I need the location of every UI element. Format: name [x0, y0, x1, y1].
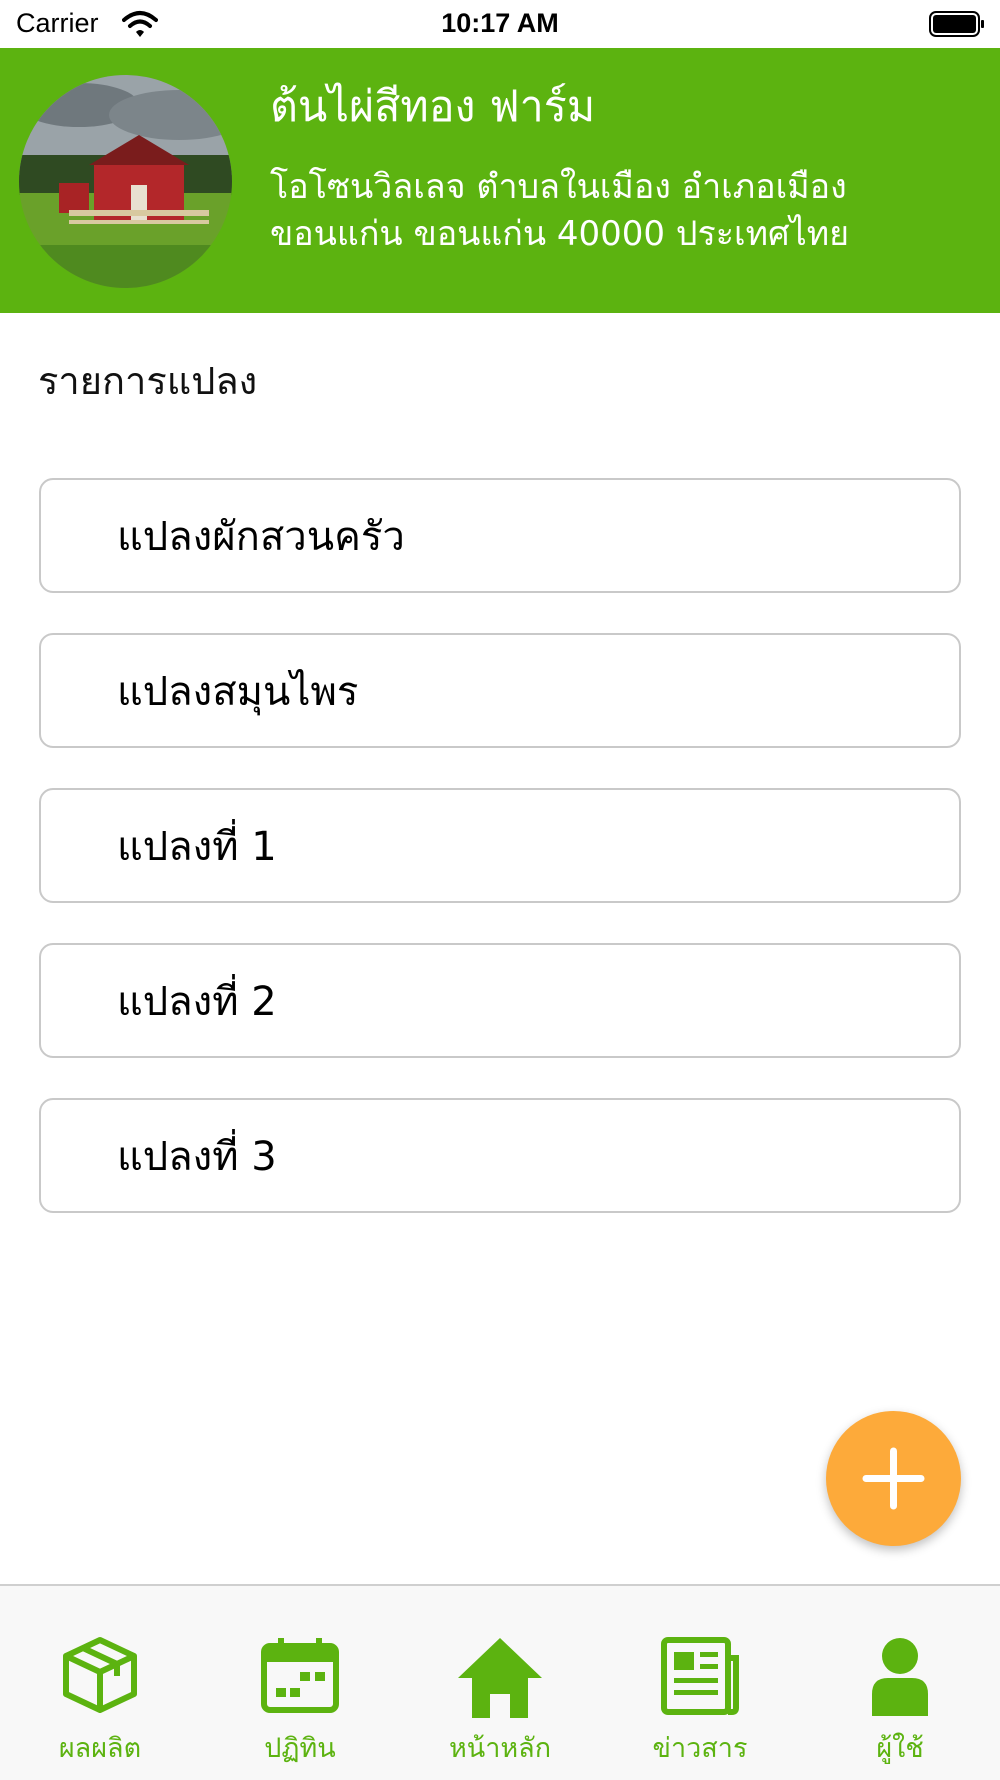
battery-icon [929, 11, 985, 37]
farm-name: ต้นไผ่สีทอง ฟาร์ม [270, 82, 596, 132]
tab-news[interactable]: ข่าวสาร [600, 1586, 800, 1780]
status-bar: Carrier 10:17 AM [0, 0, 1000, 48]
plot-label: แปลงผักสวนครัว [117, 513, 405, 560]
user-icon [872, 1638, 928, 1716]
tab-label: ผลผลิต [58, 1733, 142, 1764]
plot-item[interactable]: แปลงที่ 3 [39, 1098, 961, 1213]
tab-bar: ผลผลิต ปฏิทิน หน้าหลัก ข่าวสาร ผู้ใช้ [0, 1584, 1000, 1780]
plot-label: แปลงที่ 2 [117, 978, 277, 1025]
tab-user[interactable]: ผู้ใช้ [800, 1586, 1000, 1780]
plus-icon [862, 1447, 925, 1510]
box-icon [63, 1637, 137, 1713]
plot-label: แปลงที่ 3 [117, 1133, 277, 1180]
plot-list: แปลงผักสวนครัว แปลงสมุนไพร แปลงที่ 1 แปล… [39, 478, 961, 1253]
home-icon [458, 1638, 542, 1718]
tab-label: ปฏิทิน [264, 1733, 336, 1764]
newspaper-icon [661, 1637, 739, 1715]
tab-label: หน้าหลัก [448, 1733, 552, 1764]
tab-calendar[interactable]: ปฏิทิน [200, 1586, 400, 1780]
plot-item[interactable]: แปลงสมุนไพร [39, 633, 961, 748]
status-time: 10:17 AM [441, 8, 559, 38]
plot-label: แปลงสมุนไพร [117, 668, 359, 715]
farm-header: ต้นไผ่สีทอง ฟาร์ม โอโซนวิลเลจ ตำบลในเมือ… [0, 48, 1000, 313]
tab-produce[interactable]: ผลผลิต [0, 1586, 200, 1780]
plot-item[interactable]: แปลงผักสวนครัว [39, 478, 961, 593]
calendar-icon [261, 1638, 339, 1713]
plot-label: แปลงที่ 1 [117, 823, 277, 870]
plot-item[interactable]: แปลงที่ 1 [39, 788, 961, 903]
tab-home[interactable]: หน้าหลัก [400, 1586, 600, 1780]
plot-item[interactable]: แปลงที่ 2 [39, 943, 961, 1058]
tab-label: ข่าวสาร [652, 1733, 748, 1764]
farm-avatar [19, 75, 232, 288]
tab-label: ผู้ใช้ [876, 1733, 924, 1764]
add-plot-button[interactable] [826, 1411, 961, 1546]
farm-address: โอโซนวิลเลจ ตำบลในเมือง อำเภอเมืองขอนแก่… [270, 167, 850, 254]
section-title: รายการแปลง [38, 359, 258, 403]
